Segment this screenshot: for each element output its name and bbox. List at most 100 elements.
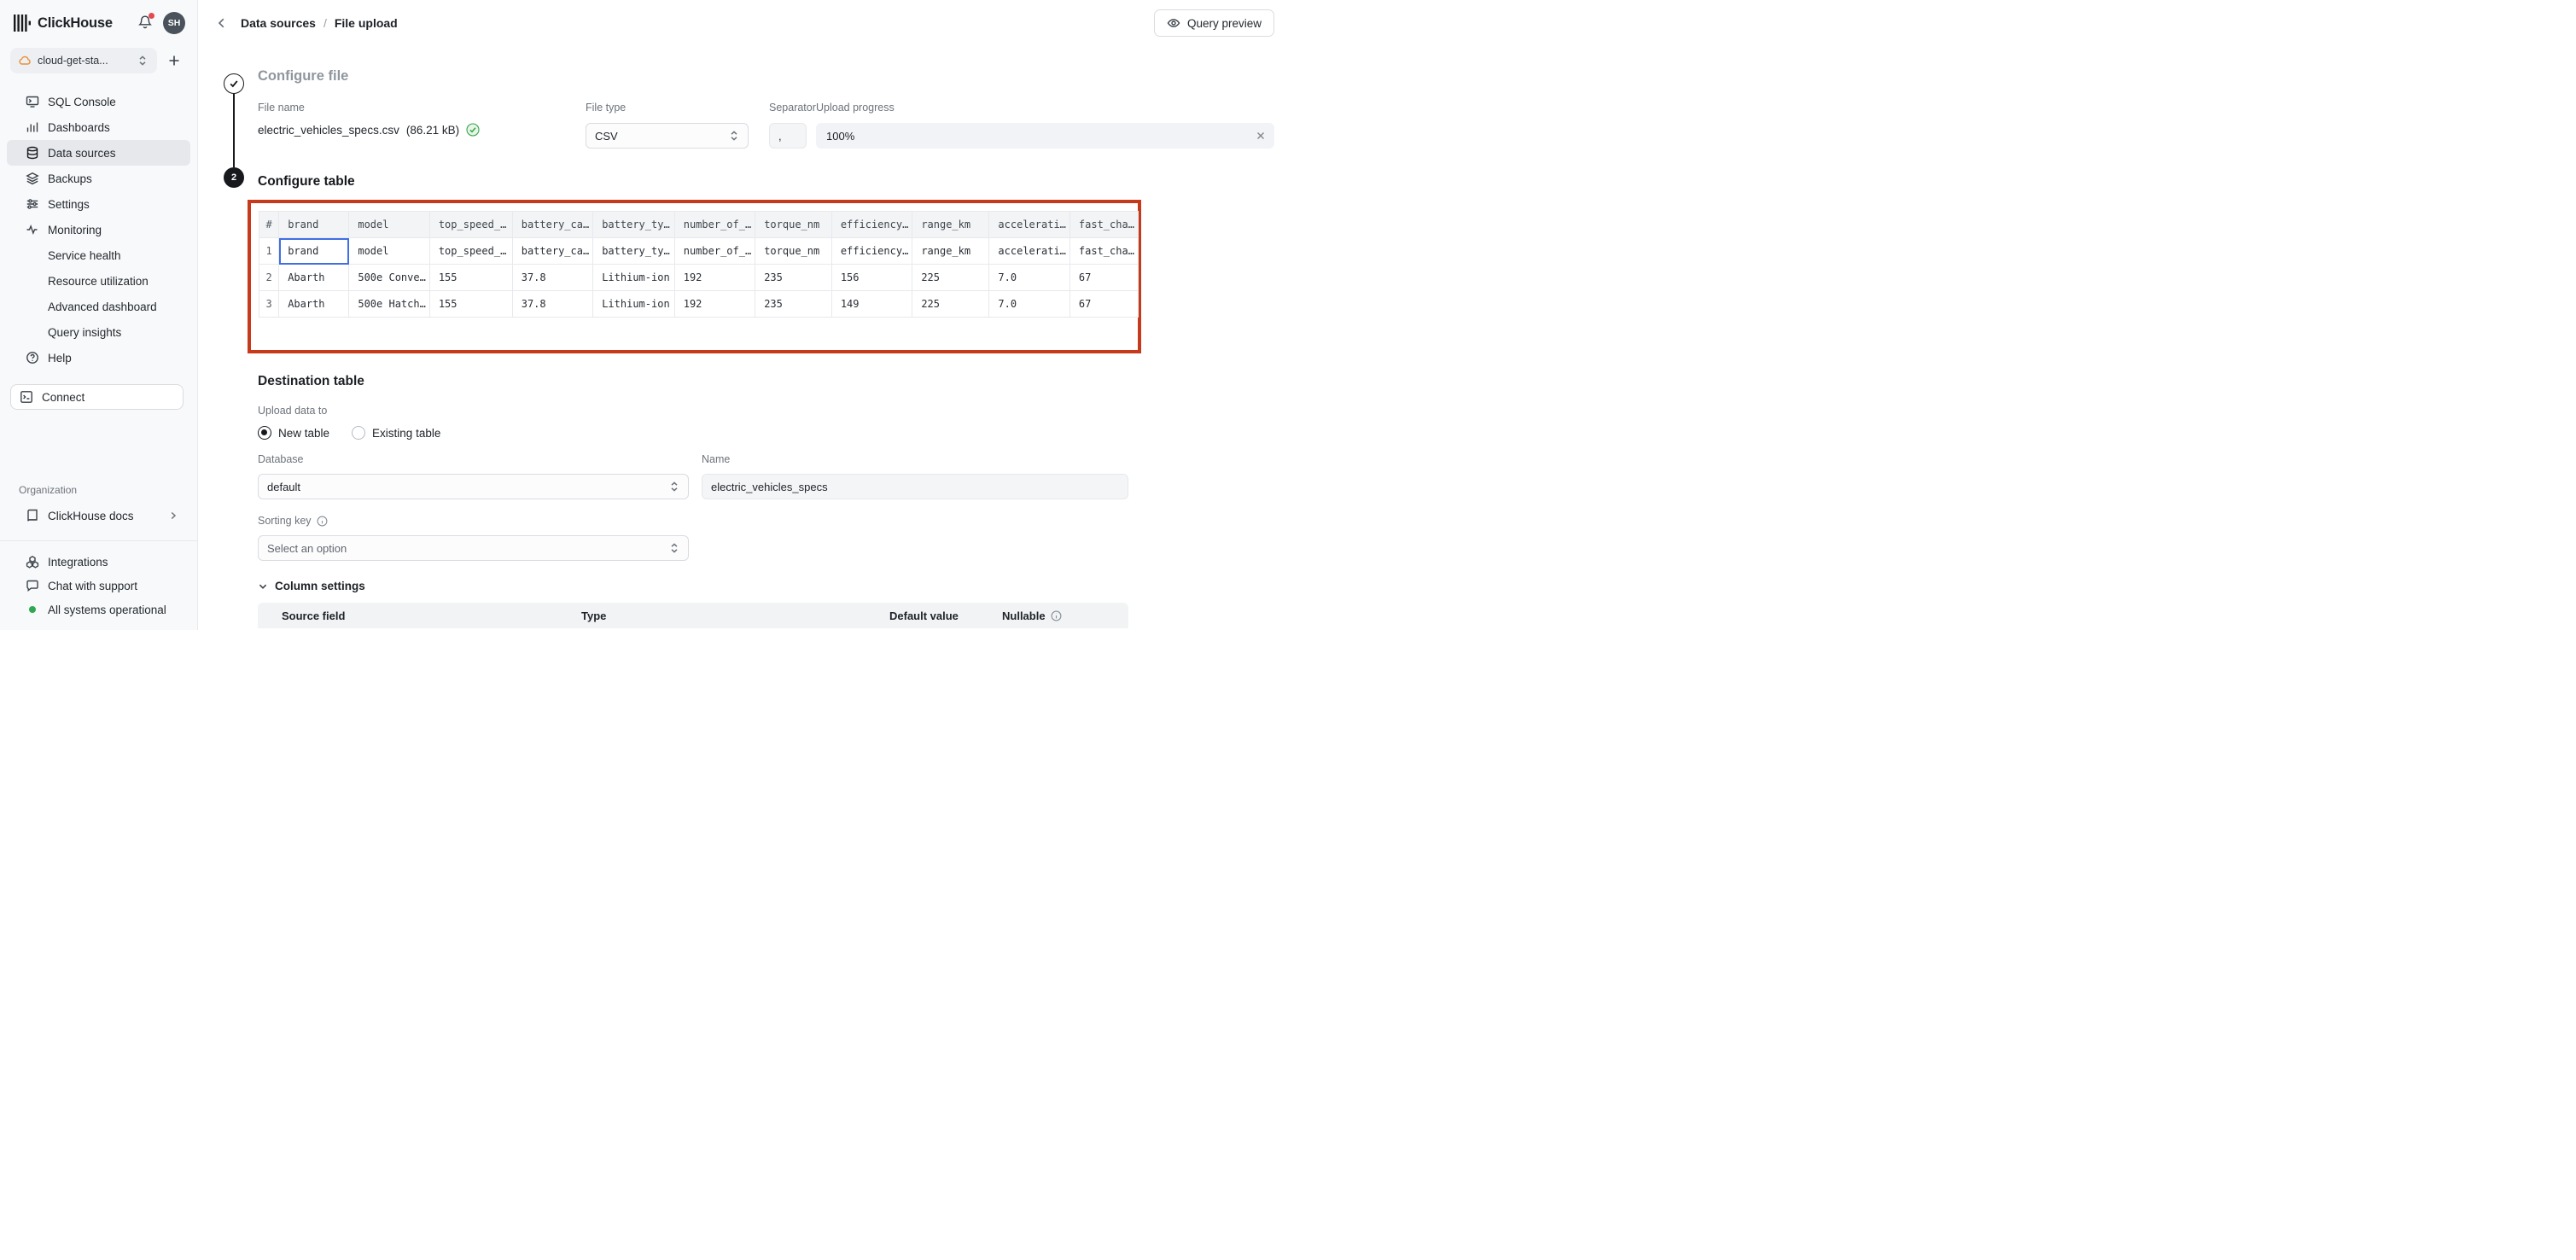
sidebar-item-help[interactable]: Help (7, 345, 190, 370)
preview-cell[interactable]: efficiency… (831, 238, 912, 265)
chevron-updown-icon (136, 54, 149, 67)
chevron-updown-icon (729, 130, 739, 142)
sidebar-item-query-insights[interactable]: Query insights (7, 319, 190, 345)
destination-table-title: Destination table (258, 374, 1274, 389)
sidebar-item-settings[interactable]: Settings (7, 191, 190, 217)
preview-cell[interactable]: range_km (912, 238, 989, 265)
preview-cell[interactable]: fast_cha… (1069, 238, 1138, 265)
preview-cell[interactable]: 149 (831, 291, 912, 318)
sidebar-item-backups[interactable]: Backups (7, 166, 190, 191)
separator-label: Separator (769, 102, 816, 114)
help-icon (26, 351, 39, 365)
preview-cell[interactable]: top_speed_… (429, 238, 512, 265)
column-settings-toggle[interactable]: Column settings (258, 580, 1274, 592)
table-name-input[interactable]: electric_vehicles_specs (702, 474, 1128, 499)
preview-cell[interactable]: Abarth (279, 291, 349, 318)
upload-progress-label: Upload progress (816, 102, 1274, 114)
preview-cell[interactable]: 7.0 (989, 291, 1069, 318)
workspace-selector[interactable]: cloud-get-sta... (10, 48, 157, 73)
preview-cell[interactable]: 155 (429, 291, 512, 318)
preview-cell[interactable]: 7.0 (989, 265, 1069, 291)
chevron-updown-icon (669, 542, 679, 554)
preview-cell[interactable]: 500e Hatch… (349, 291, 429, 318)
preview-cell[interactable]: battery_ca… (512, 238, 592, 265)
preview-cell[interactable]: 500e Conve… (349, 265, 429, 291)
preview-cell[interactable]: 37.8 (512, 265, 592, 291)
sidebar-item-docs[interactable]: ClickHouse docs (7, 503, 190, 528)
preview-cell[interactable]: 235 (755, 265, 832, 291)
preview-cell[interactable]: Abarth (279, 265, 349, 291)
preview-cell[interactable]: 67 (1069, 265, 1138, 291)
annotation-highlight-box: #brandmodeltop_speed_…battery_ca…battery… (248, 200, 1141, 353)
backups-icon (26, 172, 39, 185)
existing-table-label: Existing table (372, 427, 440, 440)
preview-cell[interactable]: 225 (912, 291, 989, 318)
database-value: default (267, 481, 669, 493)
table-name-value: electric_vehicles_specs (711, 481, 828, 493)
sidebar-nav: SQL Console Dashboards Data sources Back… (0, 89, 197, 370)
back-button[interactable] (215, 16, 229, 30)
sidebar-item-advanced-dashboard[interactable]: Advanced dashboard (7, 294, 190, 319)
preview-cell[interactable]: 155 (429, 265, 512, 291)
sidebar-item-resource-utilization[interactable]: Resource utilization (7, 268, 190, 294)
avatar[interactable]: SH (163, 12, 185, 34)
preview-cell[interactable]: 192 (674, 265, 755, 291)
connect-button[interactable]: Connect (10, 384, 184, 410)
sidebar-item-chat-support[interactable]: Chat with support (7, 574, 190, 598)
sidebar-header: ClickHouse SH (0, 0, 197, 34)
sidebar-item-sql-console[interactable]: SQL Console (7, 89, 190, 114)
preview-cell[interactable]: brand (279, 238, 349, 265)
query-preview-button[interactable]: Query preview (1154, 9, 1274, 37)
settings-icon (26, 197, 39, 211)
preview-cell[interactable]: 37.8 (512, 291, 592, 318)
preview-cell[interactable]: 156 (831, 265, 912, 291)
database-name-row: Database default Name electric_vehicles_… (258, 453, 1274, 499)
sidebar-item-label: Data sources (48, 147, 116, 160)
file-name-label: File name (258, 102, 586, 114)
breadcrumb-separator: / (323, 16, 327, 30)
notifications-bell-icon[interactable] (137, 15, 154, 32)
sidebar-item-system-status[interactable]: All systems operational (7, 598, 190, 621)
preview-column-header: number_of_… (674, 212, 755, 238)
info-icon (317, 516, 328, 527)
data-sources-icon (26, 146, 39, 160)
sidebar-item-label: Dashboards (48, 121, 110, 134)
sidebar-item-integrations[interactable]: Integrations (7, 550, 190, 574)
sidebar: ClickHouse SH cloud-get-sta... (0, 0, 198, 630)
sidebar-item-service-health[interactable]: Service health (7, 242, 190, 268)
docs-icon (26, 509, 39, 522)
preview-column-header: top_speed_… (429, 212, 512, 238)
preview-cell[interactable]: Lithium-ion (593, 265, 675, 291)
sidebar-item-monitoring[interactable]: Monitoring (7, 217, 190, 242)
preview-cell[interactable]: Lithium-ion (593, 291, 675, 318)
preview-cell[interactable]: 192 (674, 291, 755, 318)
sidebar-item-dashboards[interactable]: Dashboards (7, 114, 190, 140)
preview-cell[interactable]: number_of_… (674, 238, 755, 265)
database-select[interactable]: default (258, 474, 689, 499)
preview-cell[interactable]: torque_nm (755, 238, 832, 265)
preview-column-header: efficiency… (831, 212, 912, 238)
sidebar-item-label: Chat with support (48, 580, 137, 592)
preview-cell[interactable]: 235 (755, 291, 832, 318)
add-service-button[interactable] (167, 54, 181, 67)
chevron-updown-icon (669, 481, 679, 493)
breadcrumb-data-sources[interactable]: Data sources (241, 16, 316, 30)
new-table-option[interactable]: New table (258, 426, 329, 440)
configure-file-title: Configure file (258, 68, 1274, 85)
column-settings-row: brand String (258, 628, 1128, 630)
preview-cell[interactable]: model (349, 238, 429, 265)
preview-cell[interactable]: 225 (912, 265, 989, 291)
radio-selected-icon (258, 426, 271, 440)
separator-input[interactable]: , (769, 123, 807, 149)
preview-cell[interactable]: battery_ty… (593, 238, 675, 265)
clear-upload-icon[interactable] (1256, 131, 1266, 141)
sidebar-item-data-sources[interactable]: Data sources (7, 140, 190, 166)
sorting-key-placeholder: Select an option (267, 542, 669, 555)
existing-table-option[interactable]: Existing table (352, 426, 440, 440)
file-type-label: File type (586, 102, 769, 114)
file-type-select[interactable]: CSV (586, 123, 749, 149)
sorting-key-select[interactable]: Select an option (258, 535, 689, 561)
preview-cell[interactable]: 67 (1069, 291, 1138, 318)
sidebar-item-label: All systems operational (48, 604, 166, 616)
preview-cell[interactable]: accelerati… (989, 238, 1069, 265)
